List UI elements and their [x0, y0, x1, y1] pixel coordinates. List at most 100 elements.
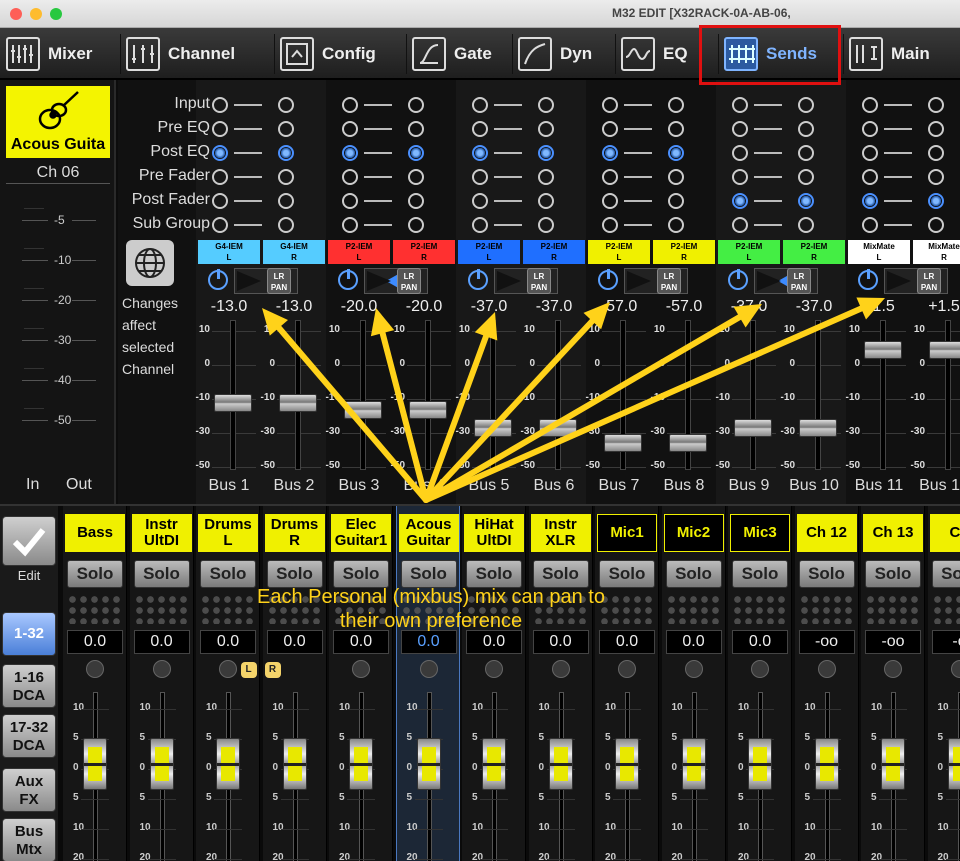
tap-radio-right[interactable]	[538, 217, 554, 233]
send-power-icon[interactable]	[598, 269, 618, 290]
tap-radio-right[interactable]	[928, 193, 944, 209]
channel-name-button[interactable]: Acous Guitar	[398, 514, 459, 552]
channel-name-button[interactable]: Drums R	[264, 514, 325, 552]
channel-fader-knob[interactable]	[947, 738, 960, 790]
send-fader-knob[interactable]	[539, 419, 577, 437]
tap-radio-left[interactable]	[732, 169, 748, 185]
minimize-window-button[interactable]	[30, 8, 42, 20]
solo-button[interactable]: Solo	[333, 560, 389, 588]
tap-radio-left[interactable]	[602, 97, 618, 113]
tap-radio-left[interactable]	[342, 169, 358, 185]
tap-radio-right[interactable]	[798, 169, 814, 185]
lr-pan-button[interactable]: LR PAN	[527, 268, 551, 294]
lr-pan-button[interactable]: LR PAN	[267, 268, 291, 294]
tap-radio-left[interactable]	[602, 217, 618, 233]
channel-pan-knob[interactable]	[86, 660, 104, 678]
tap-radio-right[interactable]	[538, 97, 554, 113]
send-power-icon[interactable]	[858, 269, 878, 290]
channel-name-button[interactable]: Ch 12	[796, 514, 857, 552]
lr-pan-button[interactable]: LR PAN	[657, 268, 681, 294]
send-fader-knob[interactable]	[864, 341, 902, 359]
solo-button[interactable]: Solo	[732, 560, 788, 588]
lr-pan-button[interactable]: LR PAN	[787, 268, 811, 294]
send-power-icon[interactable]	[728, 269, 748, 290]
channel-name-button[interactable]: HiHat UltDI	[464, 514, 524, 552]
channel-pan-knob[interactable]	[419, 660, 438, 678]
channel-pan-knob[interactable]	[684, 660, 703, 678]
tap-radio-right[interactable]	[668, 121, 684, 137]
tap-radio-right[interactable]	[928, 97, 944, 113]
channel-name-button[interactable]: Bass	[65, 514, 125, 552]
tap-radio-left[interactable]	[212, 97, 228, 113]
channel-fader-knob[interactable]	[149, 738, 174, 790]
bank-button-1-16-dca[interactable]: 1-16 DCA	[2, 664, 56, 708]
tap-radio-right[interactable]	[538, 169, 554, 185]
solo-button[interactable]: Solo	[665, 560, 722, 588]
tap-radio-left[interactable]	[602, 169, 618, 185]
tap-radio-right[interactable]	[668, 193, 684, 209]
tap-radio-right[interactable]	[278, 145, 294, 161]
tap-radio-right[interactable]	[278, 193, 294, 209]
send-fader-knob[interactable]	[929, 341, 960, 359]
tap-radio-left[interactable]	[342, 145, 358, 161]
channel-fader-knob[interactable]	[349, 738, 373, 790]
channel-fader-knob[interactable]	[416, 738, 441, 790]
tap-radio-right[interactable]	[278, 97, 294, 113]
tap-radio-right[interactable]	[928, 145, 944, 161]
channel-name-button[interactable]: Instr UltDI	[131, 514, 192, 552]
tap-radio-right[interactable]	[408, 217, 424, 233]
tap-radio-right[interactable]	[408, 193, 424, 209]
bank-button-aux-fx[interactable]: Aux FX	[2, 768, 56, 812]
close-window-button[interactable]	[10, 8, 22, 20]
channel-pan-knob[interactable]	[219, 660, 237, 678]
tap-radio-left[interactable]	[342, 97, 358, 113]
tap-radio-right[interactable]	[278, 217, 294, 233]
channel-name-button[interactable]: Drums L	[198, 514, 258, 552]
tap-radio-right[interactable]	[928, 217, 944, 233]
tap-radio-right[interactable]	[408, 97, 424, 113]
tap-radio-left[interactable]	[472, 145, 488, 161]
tap-radio-left[interactable]	[732, 97, 748, 113]
solo-button[interactable]: Solo	[865, 560, 921, 588]
channel-fader-knob[interactable]	[282, 738, 307, 790]
tap-radio-left[interactable]	[342, 193, 358, 209]
channel-pan-knob[interactable]	[817, 660, 836, 678]
tap-radio-left[interactable]	[212, 121, 228, 137]
tap-radio-right[interactable]	[408, 121, 424, 137]
link-toggle-button[interactable]	[126, 240, 174, 286]
tap-radio-left[interactable]	[602, 193, 618, 209]
send-fader-knob[interactable]	[344, 401, 382, 419]
tap-radio-left[interactable]	[472, 97, 488, 113]
tap-radio-left[interactable]	[862, 145, 878, 161]
tap-radio-right[interactable]	[798, 97, 814, 113]
tap-radio-right[interactable]	[408, 169, 424, 185]
tap-radio-right[interactable]	[798, 145, 814, 161]
tap-radio-right[interactable]	[668, 145, 684, 161]
channel-name-button[interactable]: Ch	[929, 514, 960, 552]
send-fader-knob[interactable]	[214, 394, 252, 412]
send-fader-knob[interactable]	[279, 394, 317, 412]
channel-pan-knob[interactable]	[618, 660, 636, 678]
solo-button[interactable]: Solo	[798, 560, 855, 588]
tab-channel[interactable]: Channel	[126, 32, 235, 76]
tap-radio-right[interactable]	[798, 193, 814, 209]
channel-pan-knob[interactable]	[152, 660, 171, 678]
tap-radio-right[interactable]	[278, 169, 294, 185]
channel-pan-knob[interactable]	[751, 660, 769, 678]
bank-button-bus-mtx[interactable]: Bus Mtx	[2, 818, 56, 861]
tap-radio-left[interactable]	[862, 121, 878, 137]
tap-radio-left[interactable]	[472, 217, 488, 233]
channel-fader-knob[interactable]	[548, 738, 573, 790]
channel-pan-knob[interactable]	[884, 660, 902, 678]
tap-radio-left[interactable]	[472, 121, 488, 137]
tap-radio-right[interactable]	[928, 121, 944, 137]
channel-icon-box[interactable]: Acous Guita	[6, 86, 110, 158]
channel-name-button[interactable]: Mic3	[730, 514, 790, 552]
solo-button[interactable]: Solo	[133, 560, 190, 588]
tap-radio-left[interactable]	[732, 217, 748, 233]
edit-button[interactable]	[2, 516, 56, 566]
send-fader-knob[interactable]	[409, 401, 447, 419]
zoom-window-button[interactable]	[50, 8, 62, 20]
channel-fader-knob[interactable]	[748, 738, 772, 790]
tab-mixer[interactable]: Mixer	[6, 32, 92, 76]
